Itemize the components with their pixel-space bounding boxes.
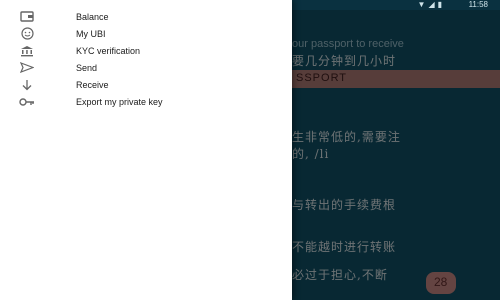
wifi-icon: ▼ bbox=[417, 0, 426, 9]
face-icon bbox=[18, 27, 36, 41]
signal-icon: ◢ bbox=[428, 0, 435, 9]
send-icon bbox=[18, 61, 36, 75]
menu-item-my-ubi[interactable]: My UBI bbox=[0, 25, 292, 42]
bank-icon bbox=[18, 44, 36, 58]
menu-item-balance[interactable]: Balance bbox=[0, 8, 292, 25]
menu-item-label: Send bbox=[76, 62, 98, 73]
drawer-menu: Balance My UBI KYC verification Send Rec bbox=[0, 8, 292, 110]
menu-item-send[interactable]: Send bbox=[0, 59, 292, 76]
status-time: 11:58 bbox=[468, 0, 488, 9]
menu-item-label: Balance bbox=[76, 11, 109, 22]
menu-item-label: My UBI bbox=[76, 28, 106, 39]
battery-icon: ▮ bbox=[437, 0, 442, 9]
menu-item-receive[interactable]: Receive bbox=[0, 76, 292, 93]
menu-item-kyc-verification[interactable]: KYC verification bbox=[0, 42, 292, 59]
menu-item-export-private-key[interactable]: Export my private key bbox=[0, 93, 292, 110]
menu-item-label: Receive bbox=[76, 79, 109, 90]
receive-arrow-icon bbox=[18, 78, 36, 92]
status-icons: ▼ ◢ ▮ bbox=[418, 0, 442, 10]
menu-item-label: KYC verification bbox=[76, 45, 141, 56]
navigation-drawer: Balance My UBI KYC verification Send Rec bbox=[0, 0, 292, 300]
wallet-icon bbox=[18, 10, 36, 24]
key-icon bbox=[18, 95, 36, 109]
menu-item-label: Export my private key bbox=[76, 96, 163, 107]
